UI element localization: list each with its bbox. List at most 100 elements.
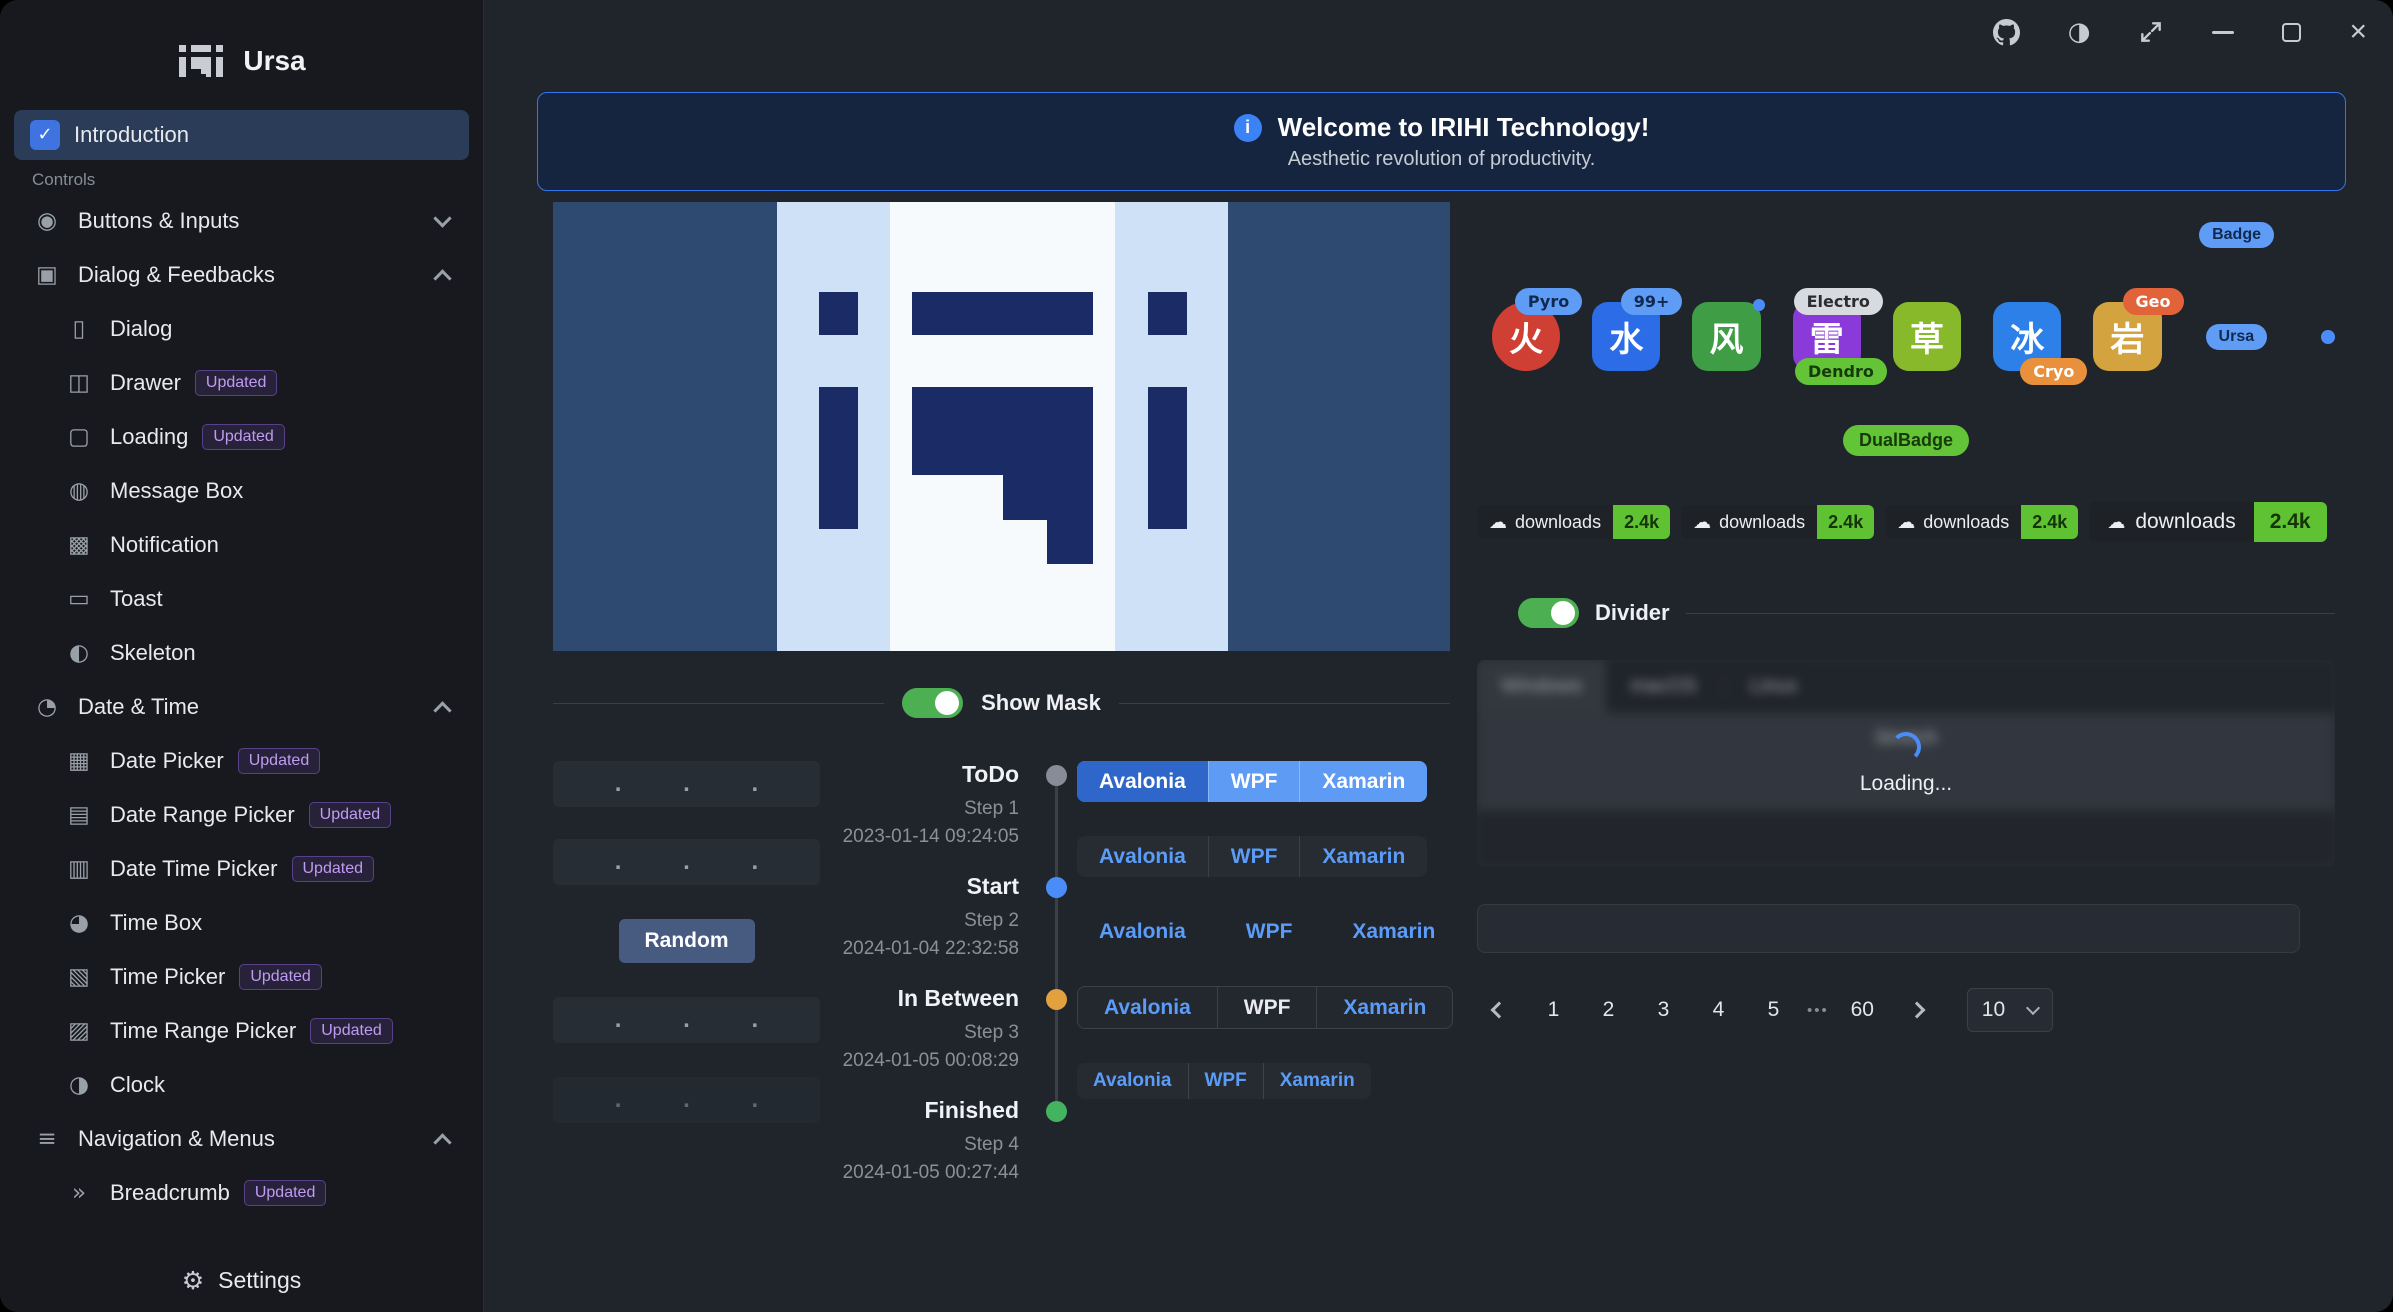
page-button-3[interactable]: 3: [1642, 989, 1685, 1032]
electro-badge: Electro: [1794, 288, 1883, 315]
app-title: Ursa: [243, 45, 305, 77]
github-button[interactable]: [1993, 19, 2020, 46]
sidebar-item-date-range-picker[interactable]: ▤ Date Range Picker Updated: [14, 790, 469, 840]
sidebar-item-message-box[interactable]: ◍ Message Box: [14, 466, 469, 516]
avalonia-button[interactable]: Avalonia: [1077, 911, 1208, 952]
loading-panel: Windows macOS Linux Stretch Loading...: [1477, 660, 2335, 867]
avalonia-button[interactable]: Avalonia: [1077, 836, 1208, 877]
sidebar-item-dialog[interactable]: ▯ Dialog: [14, 304, 469, 354]
xamarin-button[interactable]: Xamarin: [1316, 987, 1452, 1028]
ipv4-input-2[interactable]: ...: [553, 839, 820, 885]
downloads-badge[interactable]: ☁downloads 2.4k: [1681, 505, 1874, 539]
close-button[interactable]: ×: [2349, 17, 2367, 47]
ipv4-input-4-disabled: ...: [553, 1077, 820, 1123]
wpf-button[interactable]: WPF: [1208, 761, 1300, 802]
sidebar-group-date-time[interactable]: ◔ Date & Time: [14, 682, 469, 732]
checkbox-icon: ✓: [30, 120, 60, 150]
downloads-badge-large[interactable]: ☁downloads 2.4k: [2089, 502, 2326, 542]
sidebar-item-date-time-picker[interactable]: ▥ Date Time Picker Updated: [14, 844, 469, 894]
avalonia-button[interactable]: Avalonia: [1077, 1063, 1188, 1099]
theme-toggle-button[interactable]: ◑: [2068, 17, 2091, 47]
page-button-5[interactable]: 5: [1752, 989, 1795, 1032]
downloads-badge[interactable]: ☁downloads 2.4k: [1885, 505, 2078, 539]
avalonia-button[interactable]: Avalonia: [1078, 987, 1217, 1028]
ipv4-input-3[interactable]: ...: [553, 997, 820, 1043]
sidebar-item-notification[interactable]: ▩ Notification: [14, 520, 469, 570]
sidebar-item-time-box[interactable]: ◕ Time Box: [14, 898, 469, 948]
random-button[interactable]: Random: [619, 919, 755, 963]
sidebar-item-clock[interactable]: ◑ Clock: [14, 1060, 469, 1110]
wpf-button[interactable]: WPF: [1208, 836, 1300, 877]
show-mask-toggle[interactable]: [902, 688, 963, 718]
page-button-1[interactable]: 1: [1532, 989, 1575, 1032]
tile-pyro: 火 Pyro: [1492, 302, 1560, 371]
minimize-button[interactable]: [2212, 31, 2234, 34]
sidebar-item-label: Date & Time: [78, 694, 199, 720]
chevron-left-icon: [1490, 1002, 1507, 1019]
divider-toggle[interactable]: [1518, 598, 1579, 628]
sidebar-item-label: Notification: [110, 532, 219, 558]
maximize-icon: [2282, 23, 2301, 42]
calendar-range-icon: ▤: [62, 802, 96, 828]
sidebar-item-time-picker[interactable]: ▧ Time Picker Updated: [14, 952, 469, 1002]
welcome-banner: i Welcome to IRIHI Technology! Aesthetic…: [537, 92, 2346, 191]
timeline-step: Finished Step 4 2024-01-05 00:27:44: [820, 1097, 1067, 1209]
sidebar-item-time-range-picker[interactable]: ▨ Time Range Picker Updated: [14, 1006, 469, 1056]
sidebar-item-label: Date Picker: [110, 748, 224, 774]
prev-page-button[interactable]: [1477, 989, 1520, 1032]
sidebar-item-breadcrumb[interactable]: » Breadcrumb Updated: [14, 1168, 469, 1218]
button-group-outline: Avalonia WPF Xamarin: [1077, 986, 1453, 1029]
sidebar-item-label: Date Time Picker: [110, 856, 278, 882]
tile-anemo: 风: [1692, 302, 1760, 371]
wpf-button[interactable]: WPF: [1217, 987, 1317, 1028]
maximize-button[interactable]: [2282, 23, 2301, 42]
divider-line: [1686, 613, 2335, 614]
spinner-icon: [1891, 732, 1921, 762]
fullscreen-button[interactable]: [2138, 19, 2164, 45]
page-button-2[interactable]: 2: [1587, 989, 1630, 1032]
sidebar-item-label: Breadcrumb: [110, 1180, 230, 1206]
timeline-dot: [1046, 989, 1067, 1010]
wpf-button[interactable]: WPF: [1188, 1063, 1263, 1099]
sidebar-item-drawer[interactable]: ◫ Drawer Updated: [14, 358, 469, 408]
minimize-icon: [2212, 31, 2234, 34]
sidebar-group-navigation-menus[interactable]: ≡ Navigation & Menus: [14, 1114, 469, 1164]
sidebar-item-loading[interactable]: ▢ Loading Updated: [14, 412, 469, 462]
next-page-button[interactable]: [1896, 989, 1939, 1032]
xamarin-button[interactable]: Xamarin: [1263, 1063, 1371, 1099]
sidebar-group-buttons-inputs[interactable]: ◉ Buttons & Inputs: [14, 196, 469, 246]
xamarin-button[interactable]: Xamarin: [1299, 836, 1427, 877]
timeline-dot: [1046, 877, 1067, 898]
dendro-badge: Dendro: [1795, 358, 1887, 385]
settings-button[interactable]: ⚙ Settings: [0, 1248, 483, 1312]
ipv4-input-1[interactable]: ...: [553, 761, 820, 807]
tile-electro: 雷 Electro Dendro: [1793, 302, 1861, 371]
sidebar-item-introduction[interactable]: ✓ Introduction: [14, 110, 469, 160]
sidebar-item-label: Dialog & Feedbacks: [78, 262, 275, 288]
show-mask-label: Show Mask: [981, 690, 1101, 716]
geo-badge: Geo: [2123, 288, 2184, 315]
avalonia-button[interactable]: Avalonia: [1077, 761, 1208, 802]
sidebar-item-date-picker[interactable]: ▦ Date Picker Updated: [14, 736, 469, 786]
brand: Ursa: [0, 0, 483, 106]
sidebar-item-label: Time Picker: [110, 964, 225, 990]
button-group-dark: Avalonia WPF Xamarin: [1077, 836, 1427, 877]
cloud-icon: ☁: [1489, 512, 1507, 533]
sidebar-item-toast[interactable]: ▭ Toast: [14, 574, 469, 624]
button-group-compact: Avalonia WPF Xamarin: [1077, 1063, 1371, 1099]
xamarin-button[interactable]: Xamarin: [1330, 911, 1457, 952]
sidebar-item-skeleton[interactable]: ◐ Skeleton: [14, 628, 469, 678]
downloads-badge[interactable]: ☁downloads 2.4k: [1477, 505, 1670, 539]
page-size-select[interactable]: 10: [1967, 988, 2053, 1032]
timeline-step: In Between Step 3 2024-01-05 00:08:29: [820, 985, 1067, 1097]
page-button-60[interactable]: 60: [1841, 989, 1884, 1032]
pagination-ellipsis: •••: [1807, 1002, 1829, 1019]
xamarin-button[interactable]: Xamarin: [1299, 761, 1427, 802]
github-icon: [1993, 19, 2020, 46]
text-input[interactable]: [1477, 904, 2300, 953]
wpf-button[interactable]: WPF: [1224, 911, 1315, 952]
sidebar-group-dialog-feedbacks[interactable]: ▣ Dialog & Feedbacks: [14, 250, 469, 300]
updated-badge: Updated: [195, 370, 278, 396]
menu-icon: ≡: [30, 1126, 64, 1152]
page-button-4[interactable]: 4: [1697, 989, 1740, 1032]
